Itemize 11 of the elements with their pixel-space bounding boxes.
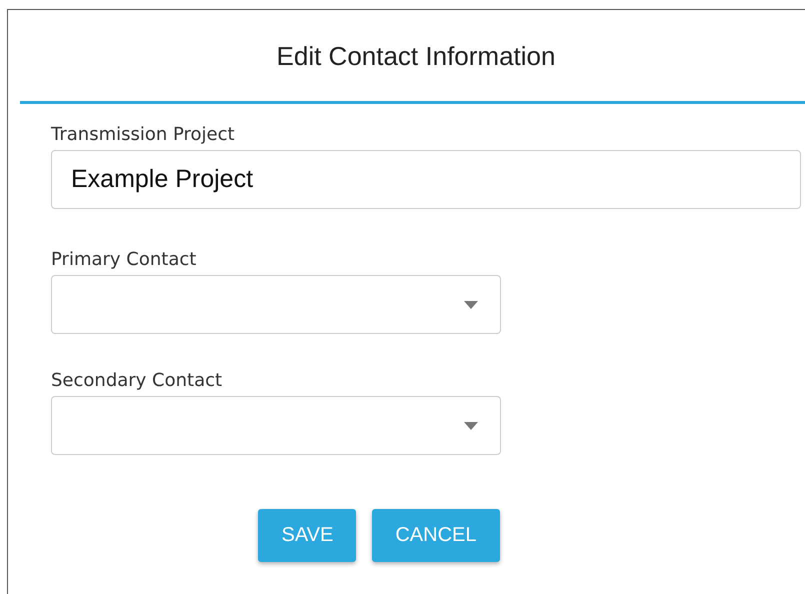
field-label: Secondary Contact — [51, 370, 222, 391]
field-label: Primary Contact — [51, 249, 196, 270]
contact-dropdown[interactable] — [51, 275, 501, 334]
caret-icon — [464, 422, 478, 430]
contact-dropdown[interactable] — [51, 396, 501, 455]
field-label: Transmission Project — [51, 124, 235, 145]
dialog-title: Edit Contact Information — [276, 41, 556, 72]
cancel-button[interactable]: CANCEL — [372, 509, 500, 562]
save-button[interactable]: SAVE — [258, 509, 356, 562]
project-field[interactable]: Example Project — [51, 150, 801, 209]
caret-icon — [464, 300, 478, 308]
